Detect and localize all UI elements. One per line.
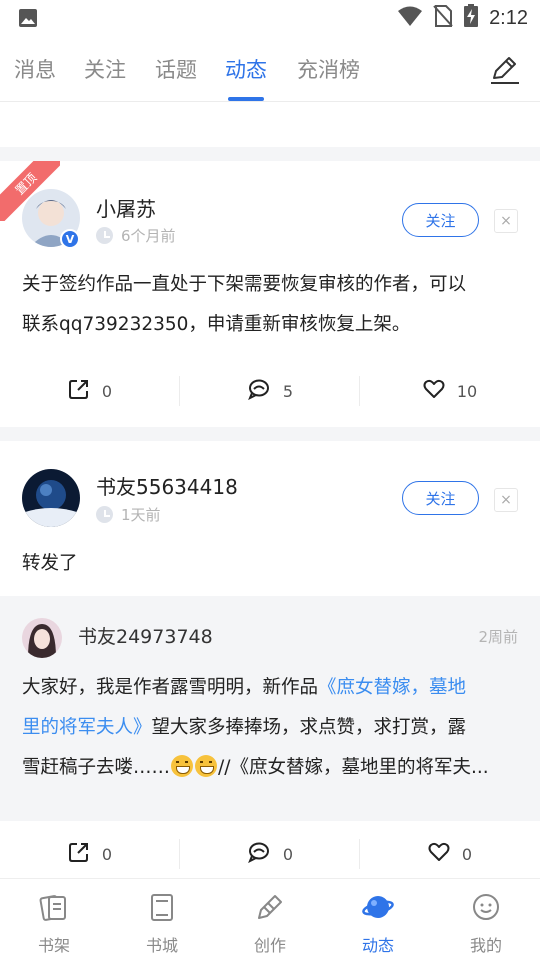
post-time-text: 6个月前: [121, 227, 176, 245]
dismiss-icon[interactable]: ×: [494, 488, 518, 512]
bottom-nav: 书架 书城 创作 动态 我的: [0, 878, 540, 960]
nav-label: 创作: [253, 936, 286, 955]
post-actions: 0 5 10: [0, 366, 540, 416]
post-content: 转发了: [22, 553, 78, 574]
follow-button[interactable]: 关注: [402, 203, 479, 237]
bookshelf-icon: [38, 891, 70, 923]
share-button[interactable]: 0: [0, 366, 180, 416]
like-count: 0: [461, 844, 473, 864]
comment-count: 0: [282, 844, 294, 864]
repost-line: 雪赶稿子去喽…… //《庶女替嫁，墓地里的将军夫...: [22, 748, 522, 788]
tab-following[interactable]: 关注: [84, 54, 126, 84]
repost-text: 大家好，我是作者露雪明明，新作品《庶女替嫁，墓地 里的将军夫人》望大家多捧捧场，…: [22, 668, 522, 788]
comment-icon: [247, 841, 271, 867]
like-button[interactable]: 0: [360, 829, 540, 879]
verified-badge-icon: V: [60, 229, 80, 249]
active-tab-indicator: [228, 97, 264, 101]
like-count: 10: [456, 381, 478, 401]
section-gap: [0, 147, 540, 161]
no-sim-icon: [433, 4, 453, 32]
planet-icon: [362, 891, 394, 923]
section-gap: [0, 427, 540, 441]
repost-text-segment: //《庶女替嫁，墓地里的将军夫...: [218, 757, 489, 778]
clock-icon: [96, 506, 113, 523]
profile-face-icon: [470, 891, 502, 923]
grin-emoji-icon: [195, 755, 218, 777]
post-content: 关于签约作品一直处于下架需要恢复审核的作者，可以 联系qq739232350，申…: [22, 265, 522, 345]
repost-text-segment: 大家好，我是作者露雪明明，新作品: [22, 677, 319, 698]
clock-icon: [96, 227, 113, 244]
post-time: 1天前: [96, 504, 161, 525]
post-card[interactable]: 书友55634418 1天前 关注 × 转发了 书友24973748 2周前 大…: [0, 441, 540, 878]
nav-label: 书架: [37, 936, 70, 955]
post-time-text: 1天前: [121, 506, 161, 524]
status-time: 2:12: [489, 6, 528, 29]
repost-username[interactable]: 书友24973748: [78, 622, 213, 649]
repost-text-segment: 雪赶稿子去喽……: [22, 757, 171, 778]
battery-charging-icon: [463, 4, 479, 32]
share-count: 0: [101, 844, 113, 864]
tab-messages[interactable]: 消息: [14, 54, 56, 84]
share-count: 0: [101, 381, 113, 401]
book-link[interactable]: 《庶女替嫁，墓地: [318, 677, 466, 698]
repost-line: 大家好，我是作者露雪明明，新作品《庶女替嫁，墓地: [22, 668, 522, 708]
heart-icon: [428, 842, 450, 866]
compose-pen-icon[interactable]: [488, 52, 522, 86]
nav-label: 动态: [361, 936, 394, 955]
nav-label: 书城: [145, 936, 178, 955]
tab-top-spenders[interactable]: 充消榜: [297, 54, 360, 84]
post-card[interactable]: 置顶 V 小屠苏 6个月前 关注 × 关于签约作品一直处于下架需要恢复审核的作者…: [0, 161, 540, 427]
grin-emoji-icon: [171, 755, 194, 777]
nav-create[interactable]: 创作: [216, 879, 324, 960]
nav-bookshelf[interactable]: 书架: [0, 879, 108, 960]
post-actions: 0 0 0: [0, 829, 540, 879]
gallery-notification-icon: [18, 8, 38, 32]
post-content-line: 关于签约作品一直处于下架需要恢复审核的作者，可以: [22, 274, 467, 295]
tab-topics[interactable]: 话题: [155, 54, 197, 84]
top-tab-bar: 消息 关注 话题 动态 充消榜: [0, 40, 540, 102]
book-link[interactable]: 里的将军夫人》: [22, 717, 152, 738]
avatar[interactable]: [22, 618, 62, 658]
dismiss-icon[interactable]: ×: [494, 209, 518, 233]
post-content-line: 联系qq739232350，申请重新审核恢复上架。: [22, 314, 411, 335]
repost-line: 里的将军夫人》望大家多捧捧场，求点赞，求打赏，露: [22, 708, 522, 748]
follow-button[interactable]: 关注: [402, 481, 479, 515]
nav-feed[interactable]: 动态: [324, 879, 432, 960]
comment-button[interactable]: 5: [180, 366, 360, 416]
repost-text-segment: 望大家多捧捧场，求点赞，求打赏，露: [151, 717, 467, 738]
repost-time: 2周前: [478, 628, 518, 646]
heart-icon: [423, 379, 445, 403]
nav-profile[interactable]: 我的: [432, 879, 540, 960]
status-bar: 2:12: [0, 0, 540, 36]
comment-icon: [247, 378, 271, 404]
post-time: 6个月前: [96, 225, 176, 246]
nav-bookstore[interactable]: 书城: [108, 879, 216, 960]
comment-count: 5: [282, 381, 294, 401]
avatar[interactable]: [22, 469, 80, 527]
reposted-content[interactable]: 书友24973748 2周前 大家好，我是作者露雪明明，新作品《庶女替嫁，墓地 …: [0, 596, 540, 821]
share-button[interactable]: 0: [0, 829, 180, 879]
pen-icon: [254, 891, 286, 923]
tab-feed[interactable]: 动态: [225, 54, 267, 84]
like-button[interactable]: 10: [360, 366, 540, 416]
bookstore-icon: [146, 891, 178, 923]
nav-label: 我的: [469, 936, 502, 955]
post-username[interactable]: 书友55634418: [96, 471, 238, 500]
comment-button[interactable]: 0: [180, 829, 360, 879]
share-icon: [68, 378, 90, 404]
wifi-icon: [397, 5, 423, 31]
post-username[interactable]: 小屠苏: [96, 193, 156, 222]
share-icon: [68, 841, 90, 867]
